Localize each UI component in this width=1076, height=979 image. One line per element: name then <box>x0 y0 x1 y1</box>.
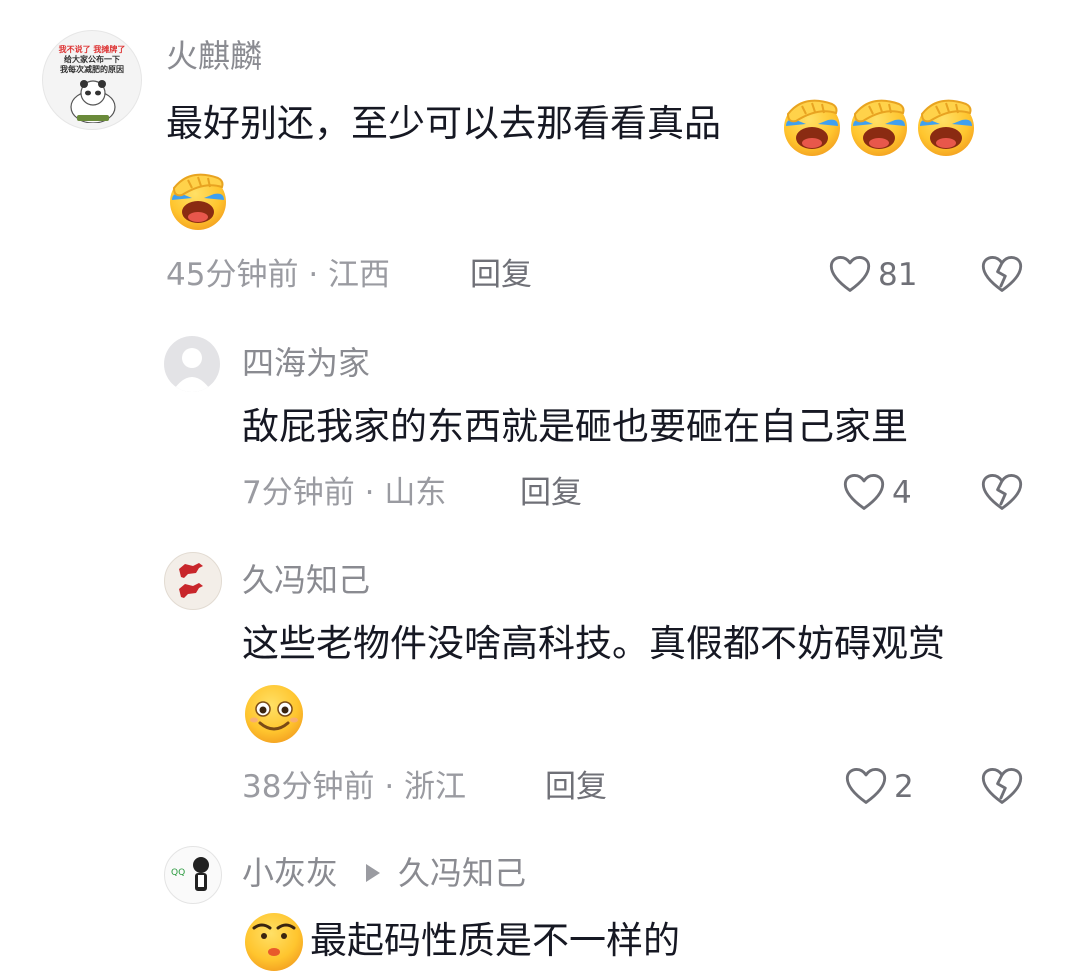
avatar[interactable] <box>164 552 222 610</box>
comment-time: 45分钟前 <box>166 257 299 293</box>
facepalm-laugh-emoji <box>914 94 978 158</box>
comment-location: 江西 <box>328 257 391 293</box>
comment-author[interactable]: 四海为家 <box>242 343 370 383</box>
comment-time: 38分钟前 <box>242 769 375 805</box>
reply-button[interactable]: 回复 <box>470 256 532 294</box>
like-button[interactable]: 4 <box>842 471 912 515</box>
like-button[interactable]: 2 <box>844 765 914 809</box>
heart-icon <box>844 765 888 809</box>
meta-separator: · <box>308 257 329 293</box>
avatar[interactable] <box>164 336 220 392</box>
comment-meta: 45分钟前 · 江西 <box>166 256 390 294</box>
reply-button[interactable]: 回复 <box>545 768 607 806</box>
comment-author: 小灰灰 <box>242 853 338 893</box>
heart-icon <box>842 471 886 515</box>
reply-button[interactable]: 回复 <box>520 474 582 512</box>
heart-icon <box>828 253 872 297</box>
meta-separator: · <box>384 769 405 805</box>
comment-location: 山东 <box>384 475 447 511</box>
meta-separator: · <box>364 475 385 511</box>
smirk-emoji <box>242 910 306 974</box>
comment-meta: 7分钟前 · 山东 <box>242 474 446 512</box>
horse-illustration <box>179 563 203 598</box>
comment-author[interactable]: 火麒麟 <box>166 36 262 76</box>
facepalm-laugh-emoji <box>166 168 230 232</box>
reply-arrow-icon <box>366 864 380 882</box>
comment-text: 最好别还，至少可以去那看看真品 <box>166 102 721 145</box>
avatar-caption: 我不说了 我摊牌了 给大家公布一下 我每次减肥的原因 <box>58 45 126 74</box>
facepalm-laugh-emoji <box>847 94 911 158</box>
comment-location: 浙江 <box>404 769 467 805</box>
cartoon-avatar-illustration: QQ <box>171 857 209 891</box>
comment-text: 最起码性质是不一样的 <box>310 919 680 962</box>
dislike-icon[interactable] <box>980 471 1024 515</box>
like-count: 2 <box>894 769 914 805</box>
comment-text: 敌屁我家的东西就是砸也要砸在自己家里 <box>242 405 908 448</box>
like-button[interactable]: 81 <box>828 253 917 297</box>
reply-to-author[interactable]: 久冯知己 <box>398 853 526 893</box>
default-avatar-icon <box>172 348 212 392</box>
svg-text:QQ: QQ <box>171 868 185 878</box>
panda-illustration <box>70 80 116 123</box>
comment-meta: 38分钟前 · 浙江 <box>242 768 466 806</box>
comment-text: 这些老物件没啥高科技。真假都不妨碍观赏 <box>242 622 945 665</box>
avatar[interactable]: 我不说了 我摊牌了 给大家公布一下 我每次减肥的原因 <box>42 30 142 130</box>
dislike-icon[interactable] <box>980 253 1024 297</box>
comment-author[interactable]: 久冯知己 <box>242 560 370 600</box>
like-count: 81 <box>878 257 918 293</box>
like-count: 4 <box>892 475 912 511</box>
reply-author[interactable]: 小灰灰 <box>242 854 338 892</box>
facepalm-laugh-emoji <box>780 94 844 158</box>
avatar[interactable]: QQ <box>164 846 222 904</box>
dislike-icon[interactable] <box>980 765 1024 809</box>
comment-time: 7分钟前 <box>242 475 355 511</box>
smile-emoji <box>242 682 306 746</box>
